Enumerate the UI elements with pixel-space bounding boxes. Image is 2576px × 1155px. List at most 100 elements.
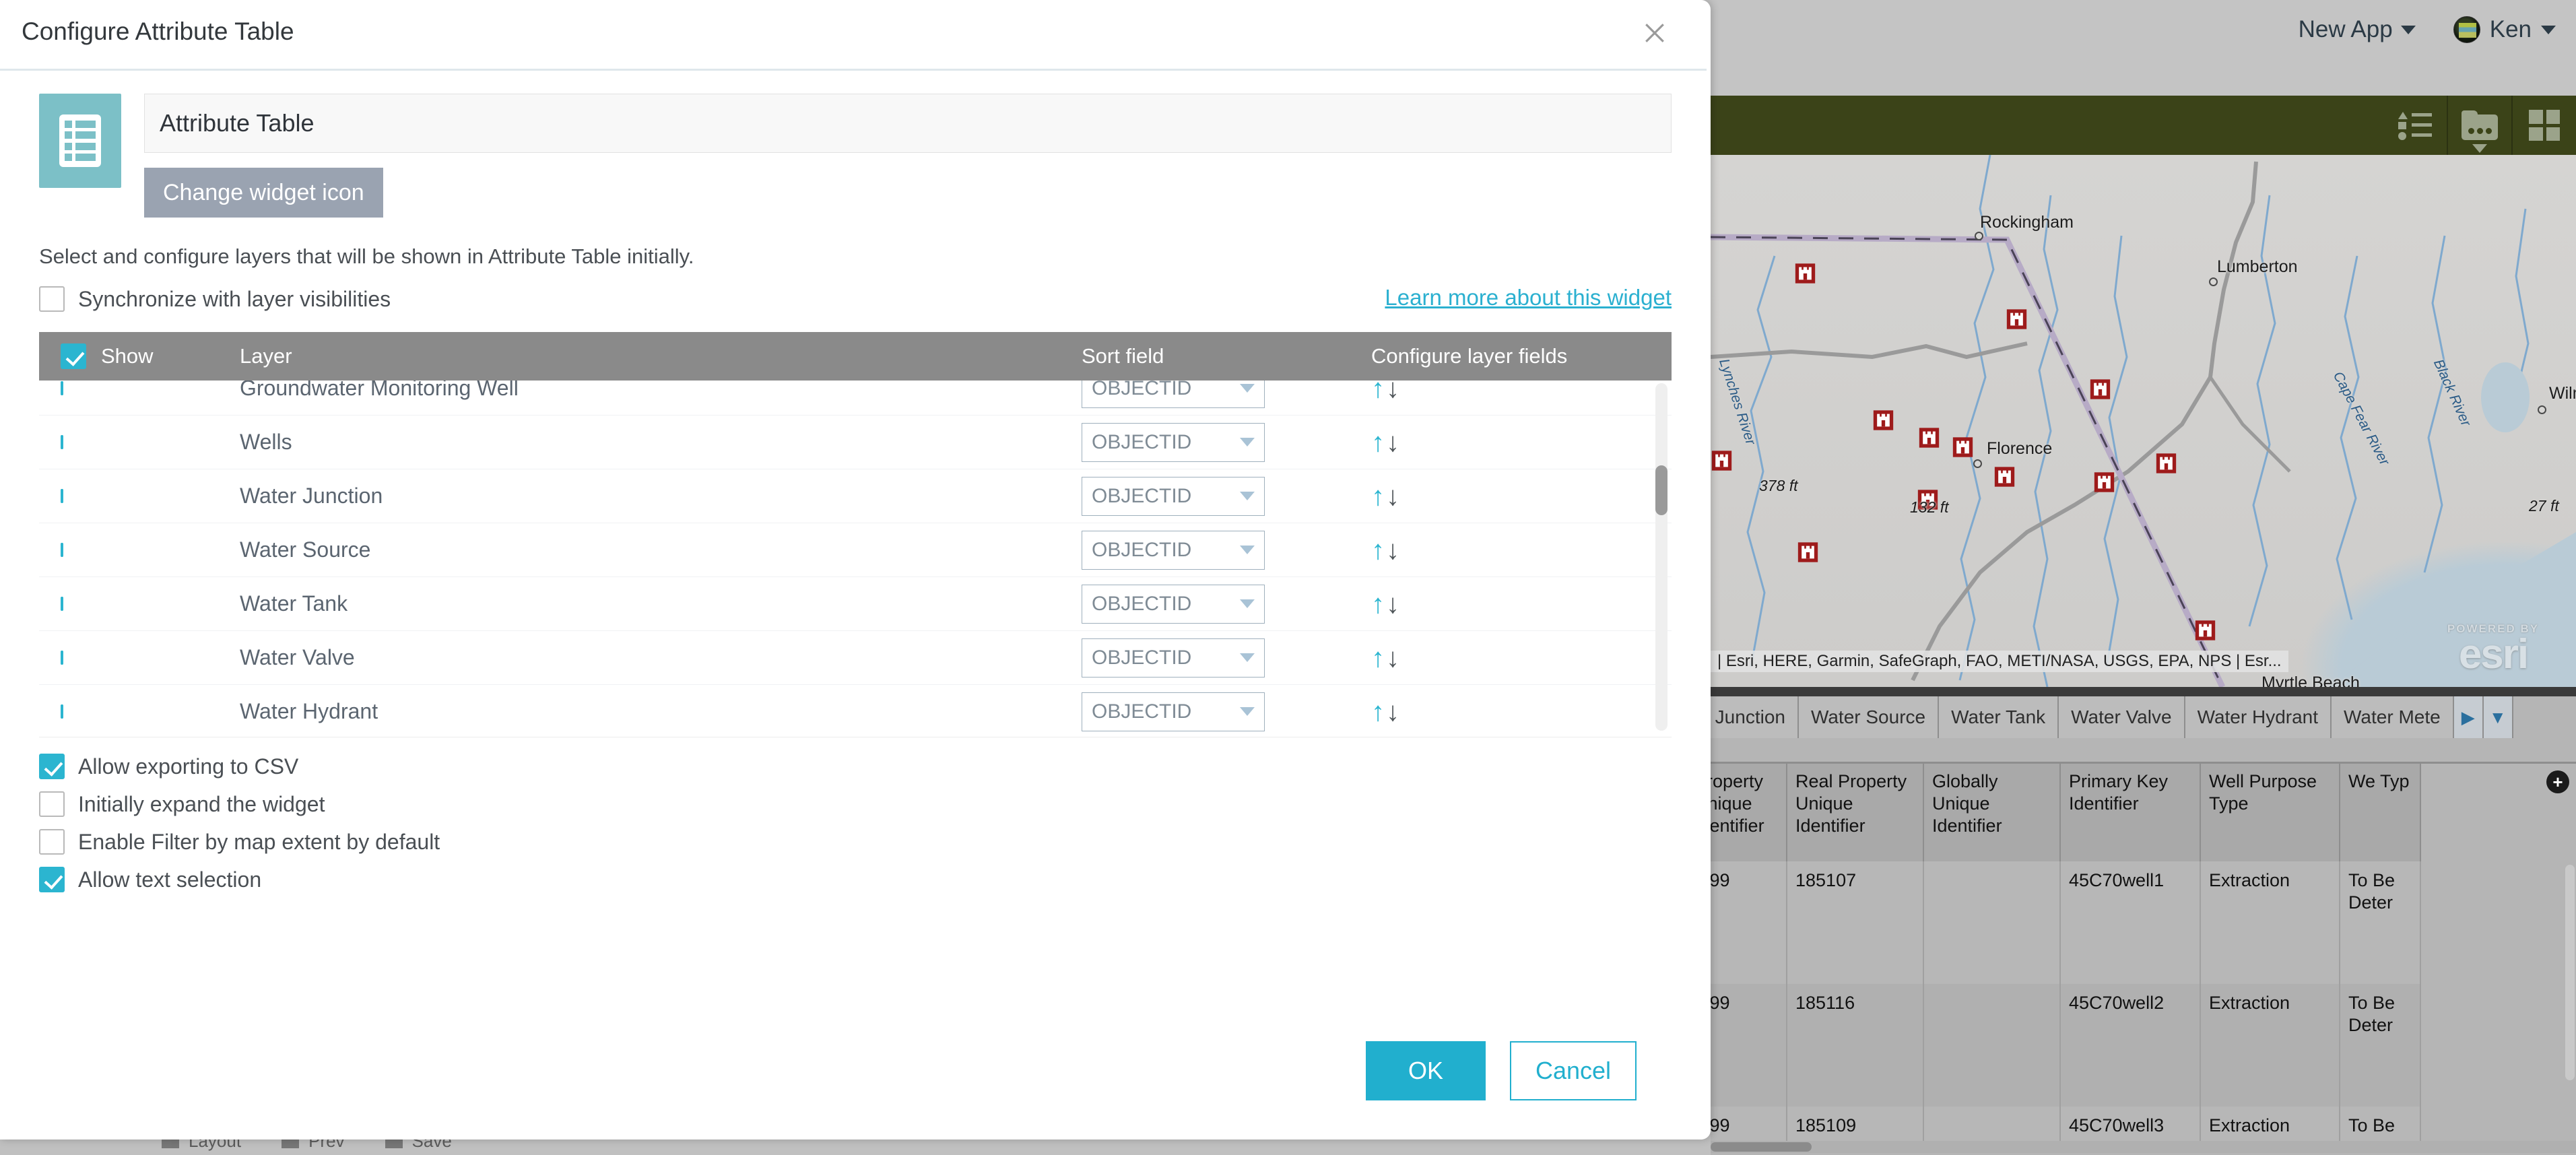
table-row[interactable]: ,999 185116 45C70well2 Extraction To Be …	[1711, 984, 2576, 1107]
filter-by-extent-label[interactable]: Enable Filter by map extent by default	[78, 830, 440, 855]
arrow-up-icon[interactable]: ↑	[1371, 483, 1385, 510]
allow-export-csv-label[interactable]: Allow exporting to CSV	[78, 754, 298, 779]
arrow-down-icon[interactable]: ↓	[1386, 429, 1399, 456]
attr-tab-water-meter[interactable]: Water Mete	[2332, 696, 2454, 738]
new-app-menu[interactable]: New App	[2299, 16, 2416, 43]
layer-show-checkbox[interactable]	[61, 434, 63, 449]
arrow-up-icon[interactable]: ↑	[1371, 698, 1385, 725]
arrow-up-icon[interactable]: ↑	[1371, 429, 1385, 456]
allow-export-csv-checkbox[interactable]	[39, 754, 65, 779]
basemap-gallery-button[interactable]	[2511, 96, 2576, 155]
plus-icon[interactable]: +	[2546, 770, 2569, 793]
arrow-down-icon[interactable]: ↓	[1386, 483, 1399, 510]
map-marker[interactable]	[1794, 263, 1816, 284]
scrollbar-thumb[interactable]	[1711, 1142, 1812, 1152]
sort-field-select[interactable]: OBJECTID	[1082, 476, 1265, 516]
widget-name-input[interactable]	[144, 94, 1672, 153]
sort-field-select[interactable]: OBJECTID	[1082, 638, 1265, 678]
sort-direction-controls: ↑ ↓	[1371, 698, 1452, 725]
table-row[interactable]: Water Source OBJECTID ↑ ↓	[39, 523, 1672, 577]
map-marker[interactable]	[1872, 409, 1894, 431]
select-all-layers-checkbox[interactable]	[61, 343, 86, 369]
allow-text-selection-checkbox[interactable]	[39, 867, 65, 892]
option-initially-expand-row: Initially expand the widget	[39, 791, 1672, 817]
table-row[interactable]: Water Tank OBJECTID ↑ ↓	[39, 577, 1672, 631]
filter-by-extent-checkbox[interactable]	[39, 829, 65, 855]
table-row[interactable]: Water Valve OBJECTID ↑ ↓	[39, 631, 1672, 685]
city-dot	[1975, 232, 1983, 240]
chevron-down-icon[interactable]: ▼	[2483, 696, 2513, 738]
map-marker[interactable]	[1952, 436, 1974, 458]
arrow-up-icon[interactable]: ↑	[1371, 591, 1385, 618]
table-row[interactable]: ,999 185107 45C70well1 Extraction To Be …	[1711, 861, 2576, 984]
sort-field-select[interactable]: OBJECTID	[1082, 530, 1265, 570]
table-row[interactable]: Wells OBJECTID ↑ ↓	[39, 416, 1672, 469]
close-icon[interactable]	[1634, 12, 1676, 54]
map-marker[interactable]	[1797, 541, 1819, 563]
grid-vertical-scrollbar[interactable]	[2565, 865, 2575, 1080]
sort-field-select[interactable]: OBJECTID	[1082, 584, 1265, 624]
sort-field-select[interactable]: OBJECTID	[1082, 422, 1265, 462]
layer-show-checkbox[interactable]	[61, 381, 63, 395]
layer-show-checkbox[interactable]	[61, 488, 63, 503]
arrow-down-icon[interactable]: ↓	[1386, 698, 1399, 725]
attribute-data-grid[interactable]: Property Unique Identifier Real Property…	[1711, 764, 2576, 1153]
sort-field-select[interactable]: OBJECTID	[1082, 692, 1265, 731]
attr-tab-water-tank[interactable]: Water Tank	[1939, 696, 2059, 738]
legend-button[interactable]	[2382, 96, 2447, 155]
chevron-right-icon[interactable]: ▶	[2453, 696, 2484, 738]
layer-show-checkbox[interactable]	[61, 542, 63, 557]
layer-show-checkbox[interactable]	[61, 650, 63, 665]
attr-tab-water-source[interactable]: Water Source	[1798, 696, 1940, 738]
grid-header-cell[interactable]: Primary Key Identifier	[2061, 764, 2201, 861]
scrollbar-thumb[interactable]	[1655, 465, 1667, 515]
layer-show-checkbox[interactable]	[61, 596, 63, 611]
map-marker[interactable]	[2194, 620, 2216, 641]
grid-header-cell[interactable]: Well Purpose Type	[2201, 764, 2340, 861]
attribute-panel-handle[interactable]	[1711, 687, 2576, 696]
arrow-up-icon[interactable]: ↑	[1371, 537, 1385, 564]
map-marker[interactable]	[2093, 471, 2115, 493]
more-widgets-button[interactable]	[2447, 96, 2511, 155]
table-row[interactable]: Groundwater Monitoring Well OBJECTID ↑ ↓	[39, 381, 1672, 416]
grid-horizontal-scrollbar[interactable]	[1711, 1141, 2576, 1153]
map-marker[interactable]	[2089, 378, 2111, 400]
initially-expand-checkbox[interactable]	[39, 791, 65, 817]
arrow-down-icon[interactable]: ↓	[1386, 381, 1399, 402]
attribute-table-panel: er Junction Water Source Water Tank Wate…	[1681, 687, 2576, 1155]
change-widget-icon-button[interactable]: Change widget icon	[144, 168, 383, 218]
arrow-up-icon[interactable]: ↑	[1371, 381, 1385, 402]
layer-show-checkbox[interactable]	[61, 704, 63, 719]
arrow-down-icon[interactable]: ↓	[1386, 645, 1399, 671]
table-row[interactable]: Water Junction OBJECTID ↑ ↓	[39, 469, 1672, 523]
arrow-down-icon[interactable]: ↓	[1386, 537, 1399, 564]
initially-expand-label[interactable]: Initially expand the widget	[78, 792, 325, 817]
map-marker[interactable]	[1918, 427, 1940, 449]
grid-header-cell[interactable]: Globally Unique Identifier	[1924, 764, 2061, 861]
grid-header-cell[interactable]: We Typ	[2340, 764, 2421, 861]
map-marker[interactable]	[2155, 453, 2177, 474]
chevron-down-icon	[1240, 492, 1255, 500]
sync-layer-visibilities-checkbox[interactable]	[39, 286, 65, 312]
sort-field-select[interactable]: OBJECTID	[1082, 381, 1265, 408]
arrow-up-icon[interactable]: ↑	[1371, 645, 1385, 671]
layers-vertical-scrollbar[interactable]	[1655, 383, 1667, 731]
cancel-button[interactable]: Cancel	[1510, 1041, 1637, 1100]
attr-tab-water-valve[interactable]: Water Valve	[2059, 696, 2185, 738]
user-menu[interactable]: Ken	[2453, 16, 2556, 43]
ok-button[interactable]: OK	[1366, 1041, 1486, 1100]
map-marker[interactable]	[1993, 466, 2016, 488]
map-canvas[interactable]: Rockingham Lumberton Florence Myrtle Bea…	[1711, 155, 2576, 687]
attr-tab-water-hydrant[interactable]: Water Hydrant	[2185, 696, 2332, 738]
map-marker[interactable]	[2006, 308, 2028, 330]
layers-scroll-area[interactable]: Groundwater Monitoring Well OBJECTID ↑ ↓	[39, 381, 1672, 737]
sync-layer-visibilities-label[interactable]: Synchronize with layer visibilities	[78, 287, 391, 312]
grid-header-cell[interactable]: Real Property Unique Identifier	[1787, 764, 1924, 861]
table-row[interactable]: Water Hydrant OBJECTID ↑ ↓	[39, 685, 1672, 737]
grid-header-cell[interactable]: Property Unique Identifier	[1711, 764, 1787, 861]
arrow-down-icon[interactable]: ↓	[1386, 591, 1399, 618]
allow-text-selection-label[interactable]: Allow text selection	[78, 867, 261, 892]
folder-icon	[2462, 110, 2498, 140]
learn-more-link[interactable]: Learn more about this widget	[1385, 285, 1672, 310]
map-marker[interactable]	[1711, 450, 1733, 471]
